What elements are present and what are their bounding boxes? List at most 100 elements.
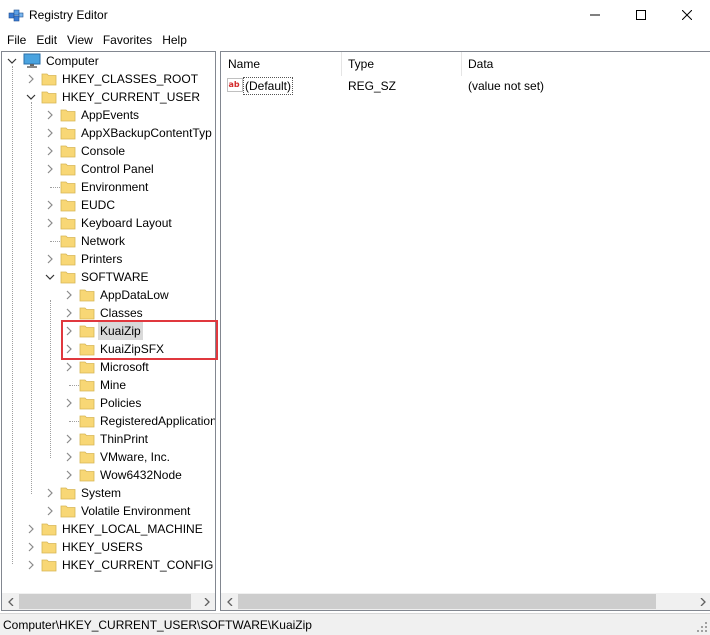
tree-label: Environment bbox=[81, 180, 149, 194]
chevron-right-icon[interactable] bbox=[64, 290, 74, 300]
tree-item-environment[interactable]: Environment bbox=[2, 178, 215, 196]
menu-edit[interactable]: Edit bbox=[31, 30, 62, 50]
close-button[interactable] bbox=[664, 0, 710, 30]
chevron-right-icon[interactable] bbox=[64, 452, 74, 462]
tree-label: Policies bbox=[100, 396, 142, 410]
chevron-right-icon[interactable] bbox=[45, 254, 55, 264]
chevron-right-icon[interactable] bbox=[64, 434, 74, 444]
scroll-thumb[interactable] bbox=[238, 594, 656, 609]
chevron-down-icon[interactable] bbox=[26, 92, 36, 102]
tree-label: RegisteredApplication bbox=[100, 414, 216, 428]
tree-item-microsoft[interactable]: Microsoft bbox=[2, 358, 215, 376]
scroll-left-button[interactable] bbox=[221, 593, 238, 610]
tree-item-control-panel[interactable]: Control Panel bbox=[2, 160, 215, 178]
chevron-right-icon[interactable] bbox=[64, 308, 74, 318]
chevron-right-icon[interactable] bbox=[64, 326, 74, 336]
value-name[interactable]: (Default) bbox=[243, 77, 294, 95]
svg-text:ab: ab bbox=[229, 80, 240, 89]
menu-favorites[interactable]: Favorites bbox=[98, 30, 157, 50]
tree-guide-line bbox=[69, 421, 79, 422]
chevron-right-icon[interactable] bbox=[45, 488, 55, 498]
tree-item-appdatalow[interactable]: AppDataLow bbox=[2, 286, 215, 304]
chevron-right-icon[interactable] bbox=[45, 164, 55, 174]
tree-item-registeredapplication[interactable]: RegisteredApplication bbox=[2, 412, 215, 430]
chevron-right-icon[interactable] bbox=[26, 560, 36, 570]
chevron-right-icon[interactable] bbox=[64, 398, 74, 408]
tree-item-console[interactable]: Console bbox=[2, 142, 215, 160]
menu-bar: File Edit View Favorites Help bbox=[0, 30, 710, 50]
tree-label: Wow6432Node bbox=[100, 468, 182, 482]
tree-item-mine[interactable]: Mine bbox=[2, 376, 215, 394]
folder-icon bbox=[79, 397, 95, 410]
tree-label: KuaiZip bbox=[98, 322, 143, 340]
column-header-type[interactable]: Type bbox=[341, 52, 461, 76]
tree-item-hkey-current-config[interactable]: HKEY_CURRENT_CONFIG bbox=[2, 556, 215, 574]
tree-item-volatile-environment[interactable]: Volatile Environment bbox=[2, 502, 215, 520]
tree-item-policies[interactable]: Policies bbox=[2, 394, 215, 412]
tree-item-vmware-inc[interactable]: VMware, Inc. bbox=[2, 448, 215, 466]
tree-item-eudc[interactable]: EUDC bbox=[2, 196, 215, 214]
chevron-right-icon[interactable] bbox=[26, 74, 36, 84]
tree-item-thinprint[interactable]: ThinPrint bbox=[2, 430, 215, 448]
chevron-right-icon[interactable] bbox=[45, 218, 55, 228]
tree-item-printers[interactable]: Printers bbox=[2, 250, 215, 268]
tree-item-hkey-current-user[interactable]: HKEY_CURRENT_USER bbox=[2, 88, 215, 106]
chevron-right-icon[interactable] bbox=[26, 542, 36, 552]
tree-item-classes[interactable]: Classes bbox=[2, 304, 215, 322]
scroll-thumb[interactable] bbox=[19, 594, 191, 609]
tree-label: EUDC bbox=[81, 198, 116, 212]
folder-icon bbox=[41, 91, 57, 104]
list-horizontal-scrollbar[interactable] bbox=[221, 593, 710, 610]
tree-item-hkey-users[interactable]: HKEY_USERS bbox=[2, 538, 215, 556]
tree-item-kuaizipsfx[interactable]: KuaiZipSFX bbox=[2, 340, 215, 358]
menu-view[interactable]: View bbox=[62, 30, 98, 50]
chevron-right-icon[interactable] bbox=[45, 146, 55, 156]
tree-item-hkey-local-machine[interactable]: HKEY_LOCAL_MACHINE bbox=[2, 520, 215, 538]
chevron-right-icon[interactable] bbox=[64, 470, 74, 480]
tree-item-system[interactable]: System bbox=[2, 484, 215, 502]
tree-item-kuaizip[interactable]: KuaiZip bbox=[2, 322, 215, 340]
minimize-button[interactable] bbox=[572, 0, 618, 30]
chevron-right-icon[interactable] bbox=[45, 128, 55, 138]
tree-item-appevents[interactable]: AppEvents bbox=[2, 106, 215, 124]
tree-label: HKEY_CURRENT_CONFIG bbox=[62, 558, 214, 572]
values-list[interactable]: Name Type Data ab (Default) REG_SZ (valu… bbox=[220, 51, 710, 611]
maximize-button[interactable] bbox=[618, 0, 664, 30]
tree-item-software[interactable]: SOFTWARE bbox=[2, 268, 215, 286]
chevron-right-icon[interactable] bbox=[64, 344, 74, 354]
tree-label: Classes bbox=[100, 306, 143, 320]
scroll-left-button[interactable] bbox=[2, 593, 19, 610]
chevron-down-icon[interactable] bbox=[45, 272, 55, 282]
tree-item-network[interactable]: Network bbox=[2, 232, 215, 250]
tree-item-wow6432node[interactable]: Wow6432Node bbox=[2, 466, 215, 484]
chevron-right-icon[interactable] bbox=[45, 200, 55, 210]
menu-help[interactable]: Help bbox=[157, 30, 192, 50]
registry-tree[interactable]: Computer HKEY_CLASSES_ROOT HKEY_CURRENT_U… bbox=[1, 51, 216, 611]
chevron-right-icon[interactable] bbox=[64, 362, 74, 372]
tree-label: HKEY_CURRENT_USER bbox=[62, 90, 201, 104]
tree-label: HKEY_LOCAL_MACHINE bbox=[62, 522, 203, 536]
computer-icon bbox=[23, 53, 41, 68]
column-header-name[interactable]: Name bbox=[221, 52, 341, 76]
tree-label: HKEY_USERS bbox=[62, 540, 143, 554]
tree-item-appxbackupcontenttyp[interactable]: AppXBackupContentTyp bbox=[2, 124, 215, 142]
tree-item-keyboard-layout[interactable]: Keyboard Layout bbox=[2, 214, 215, 232]
menu-file[interactable]: File bbox=[2, 30, 31, 50]
chevron-down-icon[interactable] bbox=[7, 56, 17, 66]
folder-icon bbox=[60, 127, 76, 140]
resize-grip-icon[interactable] bbox=[696, 621, 708, 633]
value-data: (value not set) bbox=[468, 79, 545, 93]
column-header-data[interactable]: Data bbox=[461, 52, 710, 76]
chevron-right-icon[interactable] bbox=[26, 524, 36, 534]
tree-item-hkey-classes-root[interactable]: HKEY_CLASSES_ROOT bbox=[2, 70, 215, 88]
chevron-right-icon[interactable] bbox=[45, 506, 55, 516]
folder-icon bbox=[60, 235, 76, 248]
chevron-right-icon[interactable] bbox=[45, 110, 55, 120]
scroll-right-button[interactable] bbox=[198, 593, 215, 610]
tree-item-computer[interactable]: Computer bbox=[2, 52, 215, 70]
folder-icon bbox=[79, 361, 95, 374]
registry-editor-icon bbox=[8, 9, 24, 22]
tree-horizontal-scrollbar[interactable] bbox=[2, 593, 215, 610]
tree-label: KuaiZipSFX bbox=[100, 342, 165, 356]
scroll-right-button[interactable] bbox=[694, 593, 710, 610]
